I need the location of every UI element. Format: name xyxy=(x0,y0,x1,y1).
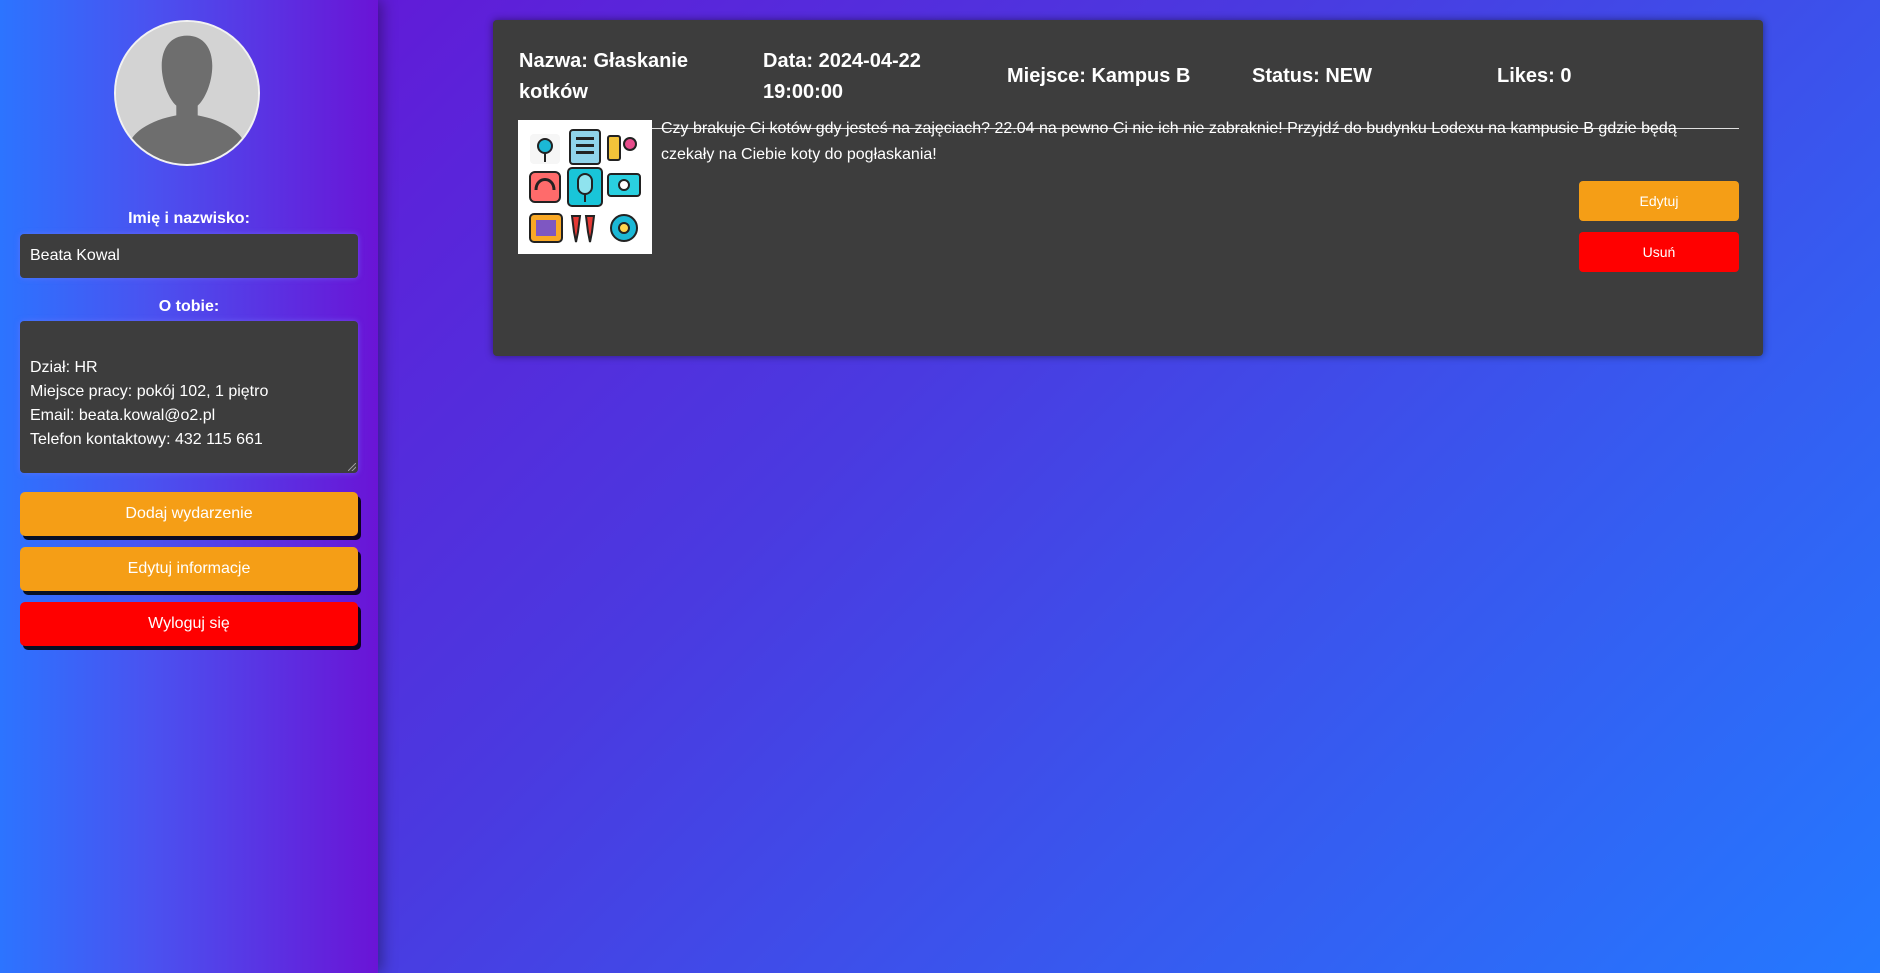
event-likes: Likes: 0 xyxy=(1497,65,1572,87)
event-name: Nazwa: Głaskanie kotków xyxy=(519,50,688,103)
name-field[interactable]: Beata Kowal xyxy=(20,234,358,278)
about-text: Dział: HR Miejsce pracy: pokój 102, 1 pi… xyxy=(30,359,269,448)
sidebar: Imię i nazwisko: Beata Kowal O tobie: Dz… xyxy=(0,0,378,973)
avatar xyxy=(114,20,260,166)
resize-grip-icon[interactable] xyxy=(348,463,356,471)
name-label: Imię i nazwisko: xyxy=(128,210,250,227)
event-description: Czy brakuje Ci kotów gdy jesteś na zajęc… xyxy=(661,120,1677,163)
about-label: O tobie: xyxy=(158,298,220,315)
user-silhouette-icon xyxy=(116,22,258,164)
logout-button[interactable]: Wyloguj się xyxy=(20,602,358,646)
event-status: Status: NEW xyxy=(1252,65,1372,87)
event-image xyxy=(518,120,652,254)
event-date: Data: 2024-04-22 19:00:00 xyxy=(763,50,921,103)
event-place: Miejsce: Kampus B xyxy=(1007,65,1191,87)
event-icons-grid-icon xyxy=(518,120,652,254)
edit-info-button[interactable]: Edytuj informacje xyxy=(20,547,358,591)
edit-event-button[interactable]: Edytuj xyxy=(1579,181,1739,221)
delete-event-button[interactable]: Usuń xyxy=(1579,232,1739,272)
event-card: Nazwa: Głaskanie kotków Data: 2024-04-22… xyxy=(493,20,1763,356)
about-textarea[interactable]: Dział: HR Miejsce pracy: pokój 102, 1 pi… xyxy=(20,321,358,473)
add-event-button[interactable]: Dodaj wydarzenie xyxy=(20,492,358,536)
